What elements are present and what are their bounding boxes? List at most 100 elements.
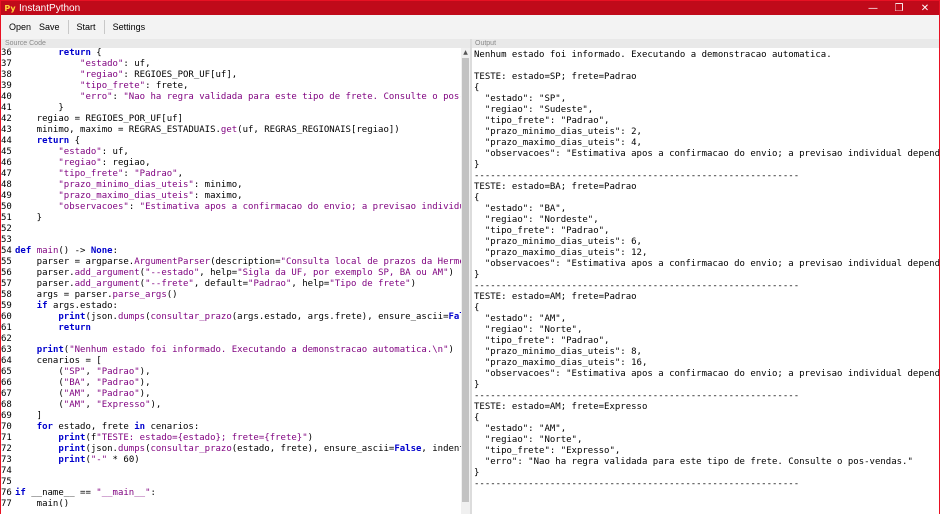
code-line[interactable]: ] (15, 411, 42, 422)
output-line: "prazo_minimo_dias_uteis": 6, (474, 237, 642, 247)
code-line[interactable]: print(f"TESTE: estado={estado}; frete={f… (15, 433, 313, 444)
line-number: 40 (1, 92, 12, 102)
code-line[interactable]: "prazo_maximo_dias_uteis": maximo, (15, 191, 242, 202)
line-number: 68 (1, 400, 12, 410)
output-line: { (474, 413, 480, 423)
open-button[interactable]: Open (5, 18, 35, 36)
code-token: "tipo_frete" (80, 81, 146, 91)
line-number: 53 (1, 235, 12, 245)
code-line[interactable]: return (15, 323, 91, 334)
toolbar-divider (67, 20, 69, 34)
code-line[interactable]: ("AM", "Padrao"), (15, 389, 150, 400)
code-token: ), (150, 400, 162, 410)
code-line[interactable]: return { (15, 136, 80, 147)
code-line[interactable]: if __name__ == "__main__": (15, 488, 156, 499)
code-token: "prazo_minimo_dias_uteis" (58, 180, 194, 190)
code-token: "--estado" (145, 268, 200, 278)
code-token: consultar_prazo (150, 444, 232, 454)
line-number: 77 (1, 499, 12, 509)
code-line[interactable]: "observacoes": "Estimativa apos a confir… (15, 202, 461, 213)
code-line[interactable]: "regiao": regiao, (15, 158, 151, 169)
code-line[interactable]: "erro": "Nao ha regra validada para este… (15, 92, 461, 103)
settings-button[interactable]: Settings (109, 18, 150, 36)
code-token: ) (410, 279, 417, 289)
line-number: 65 (1, 367, 12, 377)
code-token: (json. (85, 444, 118, 454)
code-line[interactable]: if args.estado: (15, 301, 118, 312)
code-line[interactable]: "regiao": REGIOES_POR_UF[uf], (15, 70, 237, 81)
output-line: "estado": "AM", (474, 424, 567, 434)
code-line[interactable]: for estado, frete in cenarios: (15, 422, 200, 433)
editor-scrollbar[interactable]: ▲ (461, 48, 470, 514)
code-token: () -> (58, 246, 91, 256)
output-line: } (474, 380, 480, 390)
code-token: ) (448, 268, 454, 278)
code-token: "SP" (63, 367, 86, 377)
scrollbar-thumb[interactable] (462, 58, 469, 502)
save-button[interactable]: Save (35, 18, 64, 36)
line-number: 76 (1, 488, 12, 498)
start-button[interactable]: Start (73, 18, 100, 36)
output-line: "regiao": "Norte", (474, 325, 583, 335)
output-line: "erro": "Nao ha regra validada para este… (474, 457, 913, 467)
code-token: : (123, 169, 135, 179)
line-number: 62 (1, 334, 12, 344)
code-line[interactable]: "estado": uf, (15, 147, 129, 158)
code-line[interactable]: print("Nenhum estado foi informado. Exec… (15, 345, 454, 356)
code-line[interactable]: return { (15, 48, 101, 59)
code-line[interactable]: cenarios = [ (15, 356, 102, 367)
line-number: 60 (1, 312, 12, 322)
code-line[interactable]: parser.add_argument("--estado", help="Si… (15, 268, 454, 279)
maximize-icon[interactable]: ❐ (885, 1, 913, 15)
output-line: } (474, 468, 480, 478)
output-line: "tipo_frete": "Expresso", (474, 446, 621, 456)
code-token: ), (139, 367, 151, 377)
code-line[interactable]: print("-" * 60) (15, 455, 140, 466)
minimize-icon[interactable]: — (859, 1, 887, 15)
close-icon[interactable]: ✕ (911, 1, 939, 15)
title-bar[interactable]: Py InstantPython — ❐ ✕ (1, 1, 939, 15)
code-token: { (69, 136, 81, 146)
code-line[interactable]: } (15, 213, 42, 224)
code-line[interactable]: ("SP", "Padrao"), (15, 367, 151, 378)
code-line[interactable]: parser.add_argument("--frete", default="… (15, 279, 416, 290)
output-line: "observacoes": "Estimativa apos a confir… (474, 149, 939, 159)
code-token: (args.estado, args.frete), ensure_ascii= (231, 312, 449, 322)
code-token: if (15, 488, 26, 498)
code-token: None (90, 246, 113, 256)
code-token: (f (85, 433, 97, 443)
code-token: cenarios = [ (15, 356, 102, 366)
code-line[interactable]: parser = argparse.ArgumentParser(descrip… (15, 257, 461, 268)
code-token: print (58, 433, 86, 443)
code-token: : regiao, (101, 158, 151, 168)
code-line[interactable]: main() (15, 499, 70, 510)
code-line[interactable]: print(json.dumps(consultar_prazo(args.es… (15, 312, 461, 323)
code-line[interactable]: print(json.dumps(consultar_prazo(estado,… (15, 444, 461, 455)
code-token: "Sigla da UF, por exemplo SP, BA ou AM" (237, 268, 449, 278)
code-token: "tipo_frete" (58, 169, 124, 179)
code-token: ) (448, 345, 454, 355)
line-number: 39 (1, 81, 12, 91)
code-line[interactable]: "tipo_frete": "Padrao", (15, 169, 183, 180)
code-line[interactable]: "prazo_minimo_dias_uteis": minimo, (15, 180, 242, 191)
code-editor[interactable]: 36 return {37 "estado": uf, 38 "regiao": … (1, 48, 461, 514)
code-line[interactable]: def main() -> None: (15, 246, 118, 257)
code-token: : uf, (101, 147, 129, 157)
code-token: * 60) (107, 455, 140, 465)
code-line[interactable]: } (15, 103, 63, 114)
code-line[interactable]: "tipo_frete": frete, (15, 81, 188, 92)
line-number: 46 (1, 158, 12, 168)
code-line[interactable]: "estado": uf, (15, 59, 150, 70)
code-line[interactable]: ("AM", "Expresso"), (15, 400, 161, 411)
scroll-up-icon[interactable]: ▲ (461, 48, 470, 57)
code-line[interactable]: minimo, maximo = REGRAS_ESTADUAIS.get(uf… (15, 125, 400, 136)
code-line[interactable]: regiao = REGIOES_POR_UF[uf] (15, 114, 183, 125)
code-line[interactable]: ("BA", "Padrao"), (15, 378, 150, 389)
code-line[interactable]: args = parser.parse_args() (15, 290, 178, 301)
